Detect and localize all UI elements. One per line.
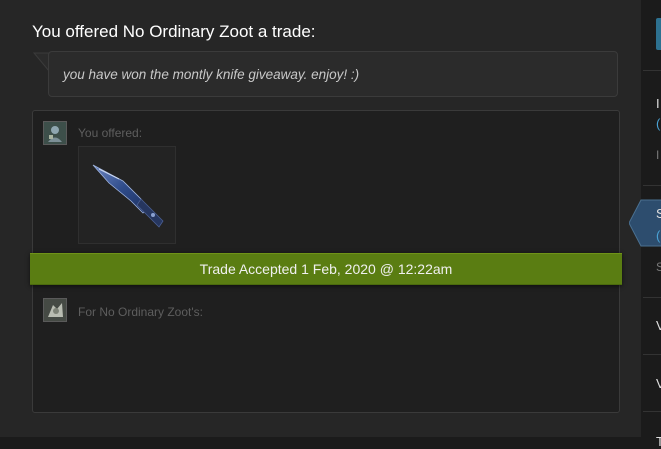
sidebar-divider <box>643 185 661 186</box>
sidebar-button[interactable] <box>656 18 661 50</box>
sidebar-divider <box>643 70 661 71</box>
item-slot[interactable] <box>78 146 176 244</box>
sidebar-text: S <box>656 260 661 274</box>
right-sidebar: I ( I S ( S V V T <box>629 0 661 449</box>
trade-status-banner: Trade Accepted 1 Feb, 2020 @ 12:22am <box>30 253 622 285</box>
sidebar-divider <box>643 411 661 412</box>
your-offer-label: You offered: <box>78 126 143 140</box>
trade-message: you have won the montly knife giveaway. … <box>63 67 360 82</box>
panel-divider <box>0 437 641 442</box>
sidebar-text[interactable]: I <box>656 96 660 111</box>
sidebar-link[interactable]: ( <box>656 116 660 131</box>
trade-status-text: Trade Accepted 1 Feb, 2020 @ 12:22am <box>199 261 453 277</box>
partner-avatar[interactable] <box>43 298 67 322</box>
sidebar-divider <box>643 354 661 355</box>
trade-offer-panel: You offered No Ordinary Zoot a trade: yo… <box>0 0 641 437</box>
sidebar-text[interactable]: S <box>656 206 661 221</box>
trade-message-bubble: you have won the montly knife giveaway. … <box>48 51 618 97</box>
sidebar-text[interactable]: V <box>656 376 661 391</box>
your-avatar[interactable] <box>43 121 67 145</box>
sidebar-text[interactable]: V <box>656 318 661 333</box>
knife-icon <box>92 164 164 228</box>
sidebar-link[interactable]: ( <box>656 228 660 243</box>
sidebar-text: I <box>656 148 660 162</box>
partner-offer-label: For No Ordinary Zoot's: <box>78 305 203 319</box>
sidebar-divider <box>643 297 661 298</box>
trade-heading: You offered No Ordinary Zoot a trade: <box>32 22 316 41</box>
